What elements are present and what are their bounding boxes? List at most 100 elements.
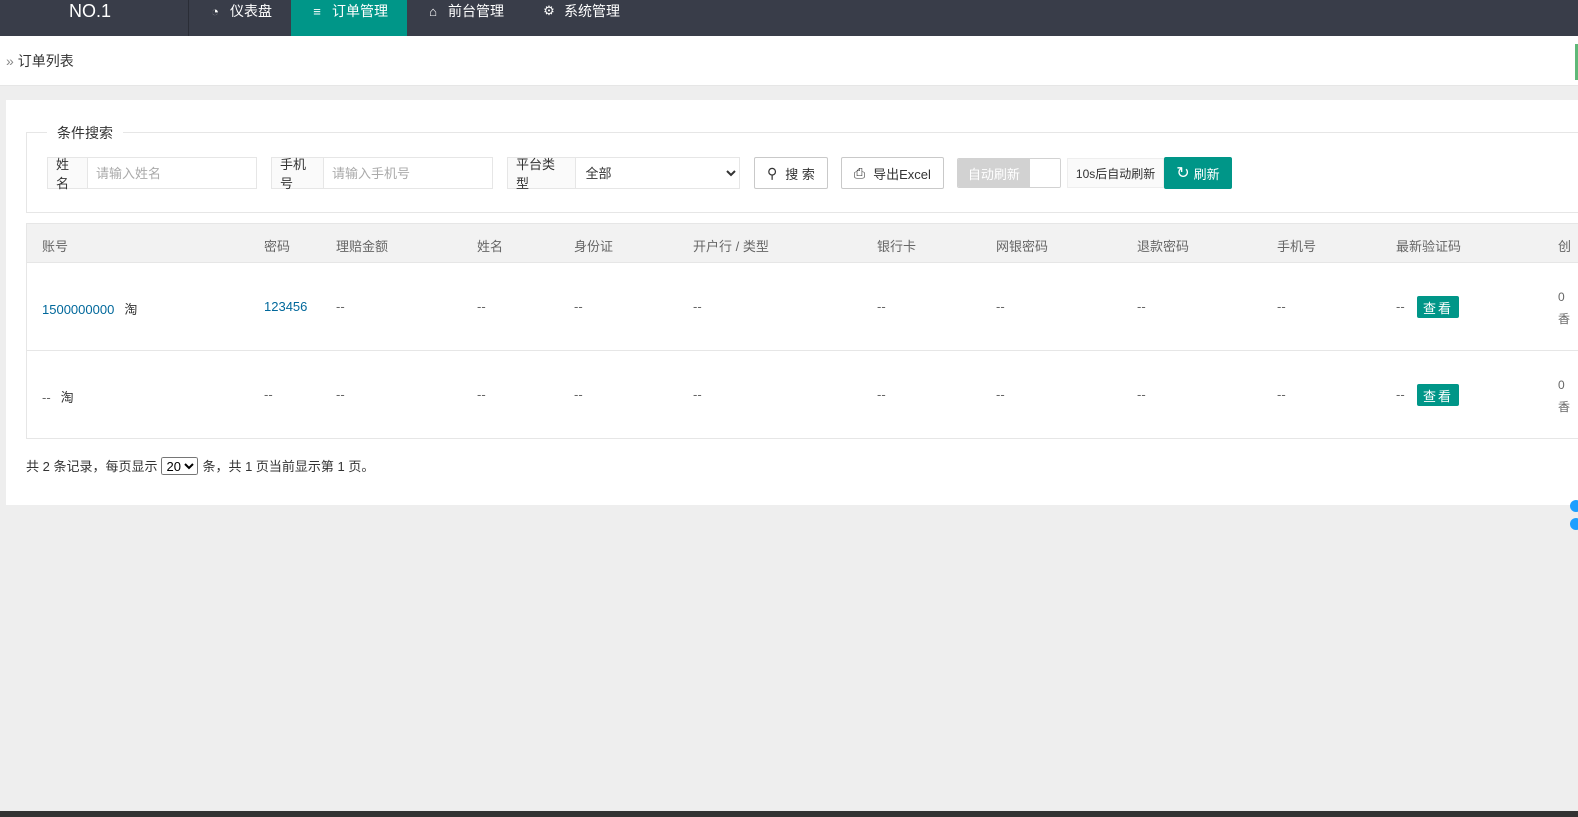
bank-cell: -- xyxy=(693,387,702,402)
search-button-label: 搜 索 xyxy=(785,166,815,182)
nav-frontend-label: 前台管理 xyxy=(448,3,504,19)
account-cell: -- 淘 xyxy=(42,387,74,406)
name-cell: -- xyxy=(477,299,486,314)
main-card: 条件搜索 姓名 手机号 平台类型 全部 ⚲ 搜 索 ⎙ 导出 xyxy=(6,100,1578,505)
search-icon: ⚲ xyxy=(767,164,778,181)
col-card: 银行卡 xyxy=(877,239,917,254)
breadcrumb: » 订单列表 xyxy=(0,36,1578,86)
countdown-text: 10s后自动刷新 xyxy=(1066,158,1165,188)
nav-system[interactable]: ⚙ 系统管理 xyxy=(523,0,639,36)
col-phone: 手机号 xyxy=(1277,239,1317,254)
float-dot-icon xyxy=(1570,518,1578,530)
created-cell: 0 xyxy=(1558,378,1565,392)
claim-cell: -- xyxy=(336,387,345,402)
search-form: 姓名 手机号 平台类型 全部 ⚲ 搜 索 ⎙ 导出Excel xyxy=(47,157,1232,191)
platform-select[interactable]: 全部 xyxy=(575,158,739,188)
phone-input[interactable] xyxy=(324,158,492,188)
platform-select-group: 平台类型 全部 xyxy=(507,157,740,191)
nav-dashboard[interactable]: ◔ 仪表盘 xyxy=(189,0,291,36)
table-header: 账号 密码 理赔金额 姓名 身份证 开户行 / 类型 银行卡 网银密码 退款密码… xyxy=(27,224,1578,263)
claim-cell: -- xyxy=(336,299,345,314)
phone-cell: -- xyxy=(1277,299,1286,314)
logo: NO.1 xyxy=(0,0,189,36)
view-button[interactable]: 查看 xyxy=(1417,384,1460,406)
id-card-cell: -- xyxy=(574,299,583,314)
main-nav: ◔ 仪表盘 ≡ 订单管理 ⌂ 前台管理 ⚙ 系统管理 xyxy=(189,0,639,36)
password-cell: -- xyxy=(264,387,273,402)
nav-orders-label: 订单管理 xyxy=(332,3,388,19)
col-id-card: 身份证 xyxy=(574,239,614,254)
list-icon: ≡ xyxy=(313,3,321,19)
phone-label: 手机号 xyxy=(272,157,324,191)
bottom-edge xyxy=(0,811,1578,817)
col-refund-pwd: 退款密码 xyxy=(1137,239,1190,254)
col-claim: 理赔金额 xyxy=(336,239,389,254)
account-value: -- xyxy=(42,390,51,405)
platform-tag: 淘 xyxy=(60,390,74,405)
password-cell[interactable]: 123456 xyxy=(264,299,307,314)
refund-pwd-cell: -- xyxy=(1137,299,1146,314)
refresh-icon: ↻ xyxy=(1176,165,1190,182)
gear-icon: ⚙ xyxy=(543,3,555,18)
page-size-select[interactable]: 20 xyxy=(161,456,199,475)
col-bank: 开户行 / 类型 xyxy=(693,239,769,254)
name-label: 姓名 xyxy=(48,157,88,191)
card-cell: -- xyxy=(877,387,886,402)
name-input-group: 姓名 xyxy=(47,157,257,191)
card-cell: -- xyxy=(877,299,886,314)
created-cell-sub: 香 xyxy=(1558,400,1571,414)
bank-cell: -- xyxy=(693,299,702,314)
platform-tag: 淘 xyxy=(124,302,138,317)
auto-refresh-label: 自动刷新 xyxy=(957,159,1030,187)
view-button[interactable]: 查看 xyxy=(1417,296,1460,318)
table-row: -- 淘 -- -- -- -- -- -- -- -- -- -- 查看 0 香 xyxy=(27,351,1578,438)
table-row: 1500000000 淘 123456 -- -- -- -- -- -- -- … xyxy=(27,263,1578,351)
orders-table: 账号 密码 理赔金额 姓名 身份证 开户行 / 类型 银行卡 网银密码 退款密码… xyxy=(26,223,1578,439)
refresh-button[interactable]: ↻ 刷新 xyxy=(1164,157,1232,189)
pager-suffix: 条，共 1 页当前显示第 1 页。 xyxy=(202,459,375,474)
col-account: 账号 xyxy=(42,239,69,254)
top-bar: NO.1 ◔ 仪表盘 ≡ 订单管理 ⌂ 前台管理 ⚙ 系统管理 xyxy=(0,0,1578,36)
col-code: 最新验证码 xyxy=(1396,239,1462,254)
phone-cell: -- xyxy=(1277,387,1286,402)
double-chevron-icon: » xyxy=(6,52,14,69)
search-button[interactable]: ⚲ 搜 索 xyxy=(754,157,828,189)
netbank-pwd-cell: -- xyxy=(996,299,1005,314)
search-legend: 条件搜索 xyxy=(47,123,123,143)
floating-widget[interactable] xyxy=(1570,500,1578,536)
float-dot-icon xyxy=(1570,500,1578,512)
export-excel-button[interactable]: ⎙ 导出Excel xyxy=(840,157,944,189)
pager-prefix: 共 2 条记录，每页显示 xyxy=(26,459,158,474)
created-cell: 0 xyxy=(1558,290,1565,304)
nav-orders[interactable]: ≡ 订单管理 xyxy=(291,0,407,36)
netbank-pwd-cell: -- xyxy=(996,387,1005,402)
created-cell-sub: 香 xyxy=(1558,312,1571,326)
col-netbank-pwd: 网银密码 xyxy=(996,239,1049,254)
search-fieldset: 条件搜索 姓名 手机号 平台类型 全部 ⚲ 搜 索 ⎙ 导出 xyxy=(26,123,1578,213)
platform-label: 平台类型 xyxy=(508,157,576,191)
phone-input-group: 手机号 xyxy=(271,157,493,191)
refund-pwd-cell: -- xyxy=(1137,387,1146,402)
export-icon: ⎙ xyxy=(853,164,866,181)
nav-system-label: 系统管理 xyxy=(564,3,620,19)
col-created: 创 xyxy=(1558,239,1572,254)
auto-refresh-switch[interactable]: 自动刷新 xyxy=(956,158,1061,188)
refresh-button-label: 刷新 xyxy=(1193,166,1220,182)
switch-knob xyxy=(1029,159,1060,187)
id-card-cell: -- xyxy=(574,387,583,402)
export-button-label: 导出Excel xyxy=(873,166,931,182)
name-cell: -- xyxy=(477,387,486,402)
page-title: 订单列表 xyxy=(17,52,74,69)
code-cell: -- xyxy=(1396,299,1405,314)
col-name: 姓名 xyxy=(477,239,504,254)
name-input[interactable] xyxy=(88,158,256,188)
account-cell[interactable]: 1500000000 淘 xyxy=(42,299,137,318)
account-link[interactable]: 1500000000 xyxy=(42,302,114,317)
dashboard-icon: ◔ xyxy=(211,3,219,19)
home-icon: ⌂ xyxy=(429,3,437,19)
nav-frontend[interactable]: ⌂ 前台管理 xyxy=(407,0,523,36)
col-password: 密码 xyxy=(264,239,291,254)
code-cell: -- xyxy=(1396,387,1405,402)
pagination: 共 2 条记录，每页显示 20 条，共 1 页当前显示第 1 页。 xyxy=(26,456,374,475)
nav-dashboard-label: 仪表盘 xyxy=(230,3,272,19)
